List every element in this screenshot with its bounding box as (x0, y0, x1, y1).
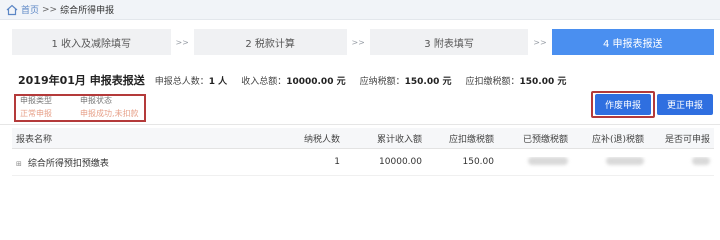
expand-icon[interactable]: ⊞ (16, 160, 22, 168)
total-income-label: 收入总额： (241, 77, 287, 87)
declare-status-label: 申报状态 (80, 96, 112, 105)
report-table: 报表名称 纳税人数 累计收入额 应扣缴税额 已预缴税额 应补(退)税额 是否可申… (12, 128, 714, 176)
tax-withhold-value: 150.00 元 (519, 77, 567, 87)
col-taxpayer-count: 纳税人数 (303, 134, 340, 145)
home-icon[interactable] (6, 4, 18, 16)
step-report-submission[interactable]: 4 申报表报送 (551, 29, 714, 55)
row-cumulative-income: 10000.00 (379, 157, 422, 167)
breadcrumb-separator: >> (42, 4, 58, 15)
tax-withhold: 应扣缴税额：150.00 元 (465, 74, 566, 87)
table-row[interactable]: ⊞ 综合所得预扣预缴表 1 10000.00 150.00 (12, 149, 714, 176)
tax-payable: 应纳税额：150.00 元 (360, 74, 452, 87)
step-arrow: >> (351, 37, 365, 47)
declare-status-value: 申报成功,未扣款 (80, 109, 139, 118)
table-header: 报表名称 纳税人数 累计收入额 应扣缴税额 已预缴税额 应补(退)税额 是否可申… (12, 128, 714, 149)
declare-type-label: 申报类型 (20, 96, 52, 105)
step-attachment[interactable]: 3 附表填写 (369, 29, 529, 55)
breadcrumb: 首页 >> 综合所得申报 (0, 0, 720, 20)
blurred-value (606, 156, 644, 165)
row-report-name-text: 综合所得预扣预缴表 (27, 158, 109, 169)
void-declaration-button[interactable]: 作废申报 (595, 94, 651, 115)
row-taxpayer-count: 1 (334, 157, 340, 167)
row-tax-refund (572, 156, 648, 168)
tax-withhold-label: 应扣缴税额： (465, 77, 520, 87)
tax-payable-label: 应纳税额： (359, 77, 405, 87)
col-tax-prepaid: 已预缴税额 (522, 134, 568, 145)
correct-declaration-button[interactable]: 更正申报 (657, 94, 713, 115)
step-arrow: >> (533, 37, 547, 47)
col-tax-refund: 应补(退)税额 (591, 134, 644, 145)
blurred-value (528, 156, 568, 165)
blurred-value (692, 156, 710, 165)
step-arrow: >> (175, 37, 189, 47)
row-tax-prepaid (498, 156, 572, 168)
declare-type-value: 正常申报 (20, 109, 52, 118)
col-report-name: 报表名称 (16, 134, 53, 145)
total-income-value: 10000.00 元 (286, 77, 346, 87)
row-tax-withhold: 150.00 (462, 157, 495, 167)
breadcrumb-current: 综合所得申报 (60, 6, 115, 16)
declare-labels: 申报类型 申报状态 (20, 95, 112, 106)
col-tax-withhold: 应扣缴税额 (448, 134, 494, 145)
row-report-name: ⊞ 综合所得预扣预缴表 (12, 156, 210, 169)
breadcrumb-home-link[interactable]: 首页 (21, 3, 39, 16)
row-can-declare (648, 156, 714, 168)
total-income: 收入总额：10000.00 元 (241, 74, 345, 87)
divider (0, 124, 720, 125)
summary-bar: 2019年01月 申报表报送 申报总人数：1 人 收入总额：10000.00 元… (18, 72, 580, 88)
total-people: 申报总人数：1 人 (155, 74, 227, 87)
page-title: 2019年01月 申报表报送 (18, 74, 145, 87)
step-tax-calculation[interactable]: 2 税款计算 (193, 29, 347, 55)
declare-values: 正常申报 申报成功,未扣款 (20, 108, 139, 119)
total-people-label: 申报总人数： (154, 77, 209, 87)
step-progress: 1 收入及减除填写 >> 2 税款计算 >> 3 附表填写 >> 4 申报表报送 (12, 29, 714, 55)
col-cumulative-income: 累计收入额 (376, 134, 422, 145)
tax-payable-value: 150.00 元 (404, 77, 452, 87)
total-people-value: 1 人 (208, 77, 228, 87)
step-income-deduction[interactable]: 1 收入及减除填写 (12, 29, 171, 55)
col-can-declare: 是否可申报 (664, 134, 710, 145)
